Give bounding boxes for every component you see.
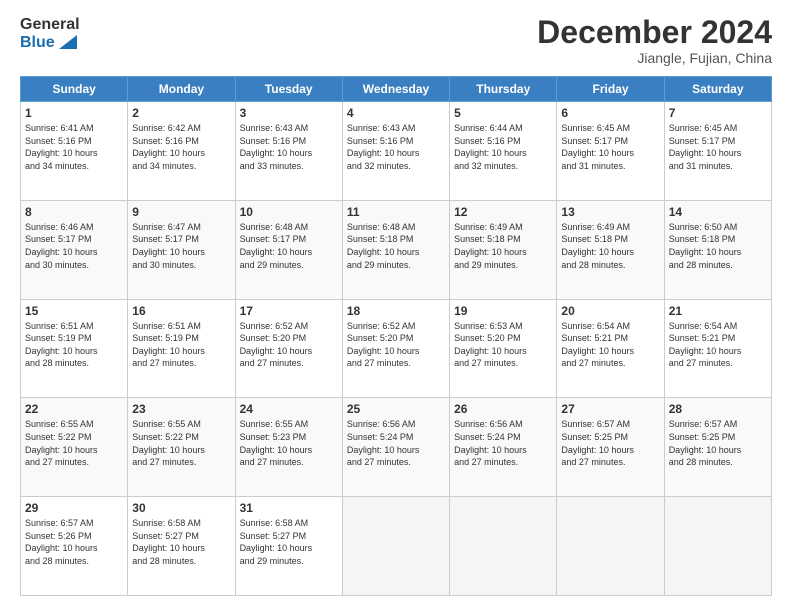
table-row: 13Sunrise: 6:49 AMSunset: 5:18 PMDayligh… bbox=[557, 200, 664, 299]
table-row: 3Sunrise: 6:43 AMSunset: 5:16 PMDaylight… bbox=[235, 102, 342, 201]
table-row: 19Sunrise: 6:53 AMSunset: 5:20 PMDayligh… bbox=[450, 299, 557, 398]
table-row: 26Sunrise: 6:56 AMSunset: 5:24 PMDayligh… bbox=[450, 398, 557, 497]
calendar-week-row: 8Sunrise: 6:46 AMSunset: 5:17 PMDaylight… bbox=[21, 200, 772, 299]
table-row: 12Sunrise: 6:49 AMSunset: 5:18 PMDayligh… bbox=[450, 200, 557, 299]
table-row: 28Sunrise: 6:57 AMSunset: 5:25 PMDayligh… bbox=[664, 398, 771, 497]
col-sunday: Sunday bbox=[21, 77, 128, 102]
table-row: 7Sunrise: 6:45 AMSunset: 5:17 PMDaylight… bbox=[664, 102, 771, 201]
calendar-week-row: 1Sunrise: 6:41 AMSunset: 5:16 PMDaylight… bbox=[21, 102, 772, 201]
table-row: 17Sunrise: 6:52 AMSunset: 5:20 PMDayligh… bbox=[235, 299, 342, 398]
calendar-table: Sunday Monday Tuesday Wednesday Thursday… bbox=[20, 76, 772, 596]
table-row: 8Sunrise: 6:46 AMSunset: 5:17 PMDaylight… bbox=[21, 200, 128, 299]
table-row: 5Sunrise: 6:44 AMSunset: 5:16 PMDaylight… bbox=[450, 102, 557, 201]
table-row: 20Sunrise: 6:54 AMSunset: 5:21 PMDayligh… bbox=[557, 299, 664, 398]
table-row: 23Sunrise: 6:55 AMSunset: 5:22 PMDayligh… bbox=[128, 398, 235, 497]
table-row: 18Sunrise: 6:52 AMSunset: 5:20 PMDayligh… bbox=[342, 299, 449, 398]
table-row: 31Sunrise: 6:58 AMSunset: 5:27 PMDayligh… bbox=[235, 497, 342, 596]
table-row: 30Sunrise: 6:58 AMSunset: 5:27 PMDayligh… bbox=[128, 497, 235, 596]
table-row bbox=[342, 497, 449, 596]
col-tuesday: Tuesday bbox=[235, 77, 342, 102]
header: General Blue December 2024 Jiangle, Fuji… bbox=[20, 16, 772, 66]
table-row: 22Sunrise: 6:55 AMSunset: 5:22 PMDayligh… bbox=[21, 398, 128, 497]
table-row: 27Sunrise: 6:57 AMSunset: 5:25 PMDayligh… bbox=[557, 398, 664, 497]
calendar-header-row: Sunday Monday Tuesday Wednesday Thursday… bbox=[21, 77, 772, 102]
month-title: December 2024 bbox=[537, 16, 772, 48]
table-row: 11Sunrise: 6:48 AMSunset: 5:18 PMDayligh… bbox=[342, 200, 449, 299]
col-saturday: Saturday bbox=[664, 77, 771, 102]
calendar-week-row: 22Sunrise: 6:55 AMSunset: 5:22 PMDayligh… bbox=[21, 398, 772, 497]
title-block: December 2024 Jiangle, Fujian, China bbox=[537, 16, 772, 66]
table-row: 21Sunrise: 6:54 AMSunset: 5:21 PMDayligh… bbox=[664, 299, 771, 398]
table-row: 2Sunrise: 6:42 AMSunset: 5:16 PMDaylight… bbox=[128, 102, 235, 201]
table-row: 29Sunrise: 6:57 AMSunset: 5:26 PMDayligh… bbox=[21, 497, 128, 596]
table-row: 14Sunrise: 6:50 AMSunset: 5:18 PMDayligh… bbox=[664, 200, 771, 299]
table-row: 6Sunrise: 6:45 AMSunset: 5:17 PMDaylight… bbox=[557, 102, 664, 201]
col-thursday: Thursday bbox=[450, 77, 557, 102]
table-row: 1Sunrise: 6:41 AMSunset: 5:16 PMDaylight… bbox=[21, 102, 128, 201]
table-row bbox=[557, 497, 664, 596]
location: Jiangle, Fujian, China bbox=[537, 50, 772, 66]
table-row: 24Sunrise: 6:55 AMSunset: 5:23 PMDayligh… bbox=[235, 398, 342, 497]
table-row: 15Sunrise: 6:51 AMSunset: 5:19 PMDayligh… bbox=[21, 299, 128, 398]
col-monday: Monday bbox=[128, 77, 235, 102]
table-row: 4Sunrise: 6:43 AMSunset: 5:16 PMDaylight… bbox=[342, 102, 449, 201]
table-row: 9Sunrise: 6:47 AMSunset: 5:17 PMDaylight… bbox=[128, 200, 235, 299]
table-row bbox=[450, 497, 557, 596]
table-row bbox=[664, 497, 771, 596]
calendar-week-row: 29Sunrise: 6:57 AMSunset: 5:26 PMDayligh… bbox=[21, 497, 772, 596]
logo: General Blue bbox=[20, 16, 80, 51]
page: General Blue December 2024 Jiangle, Fuji… bbox=[0, 0, 792, 612]
table-row: 16Sunrise: 6:51 AMSunset: 5:19 PMDayligh… bbox=[128, 299, 235, 398]
table-row: 25Sunrise: 6:56 AMSunset: 5:24 PMDayligh… bbox=[342, 398, 449, 497]
calendar-week-row: 15Sunrise: 6:51 AMSunset: 5:19 PMDayligh… bbox=[21, 299, 772, 398]
col-wednesday: Wednesday bbox=[342, 77, 449, 102]
table-row: 10Sunrise: 6:48 AMSunset: 5:17 PMDayligh… bbox=[235, 200, 342, 299]
col-friday: Friday bbox=[557, 77, 664, 102]
